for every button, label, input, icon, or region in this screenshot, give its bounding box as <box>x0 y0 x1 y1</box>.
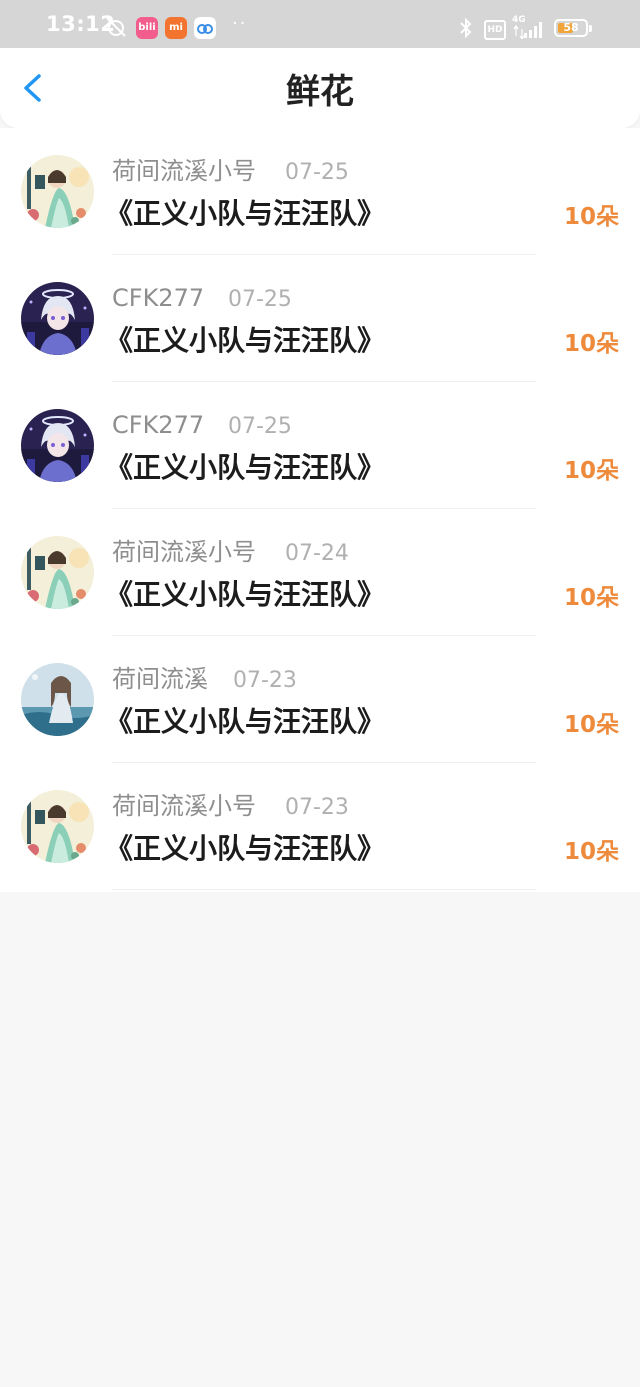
list-item[interactable]: 荷间流溪小号 07-24 《正义小队与汪汪队》 10朵 <box>0 509 640 636</box>
flower-list: 荷间流溪小号 07-25 《正义小队与汪汪队》 10朵 CFK277 07-25 《正义小队… <box>0 128 640 892</box>
signal-icon <box>512 19 546 43</box>
divider <box>112 889 536 890</box>
battery-percent: 58 <box>563 21 579 34</box>
alarm-off-icon <box>104 15 128 43</box>
bilibili-app-icon: bili <box>136 17 158 39</box>
flower-count: 10朵 <box>563 585 619 611</box>
avatar[interactable] <box>21 536 94 609</box>
bluetooth-icon <box>458 16 474 44</box>
hd-voice-icon: HD <box>484 20 506 40</box>
flower-count: 10朵 <box>563 204 619 230</box>
work-title[interactable]: 《正义小队与汪汪队》 <box>105 830 385 868</box>
date: 07-24 <box>285 541 349 566</box>
cloud-app-icon <box>194 17 216 39</box>
page-header: 鲜花 <box>0 48 640 128</box>
flower-count: 10朵 <box>563 712 619 738</box>
work-title[interactable]: 《正义小队与汪汪队》 <box>105 449 385 487</box>
avatar[interactable] <box>21 790 94 863</box>
avatar-image <box>21 155 94 228</box>
date: 07-23 <box>233 668 297 693</box>
work-title[interactable]: 《正义小队与汪汪队》 <box>105 322 385 360</box>
flower-count: 10朵 <box>563 839 619 865</box>
username[interactable]: 荷间流溪小号 <box>112 535 256 569</box>
date: 07-25 <box>228 414 292 439</box>
work-title[interactable]: 《正义小队与汪汪队》 <box>105 576 385 614</box>
list-item[interactable]: 荷间流溪小号 07-25 《正义小队与汪汪队》 10朵 <box>0 128 640 255</box>
avatar-image <box>21 790 94 863</box>
flower-count: 10朵 <box>563 331 619 357</box>
list-item[interactable]: CFK277 07-25 《正义小队与汪汪队》 10朵 <box>0 255 640 382</box>
mi-app-icon: mi <box>165 17 187 39</box>
username[interactable]: 荷间流溪小号 <box>112 154 256 188</box>
avatar-image <box>21 282 94 355</box>
battery-tip <box>589 25 592 32</box>
avatar[interactable] <box>21 155 94 228</box>
username[interactable]: CFK277 <box>112 408 204 442</box>
date: 07-25 <box>228 287 292 312</box>
list-item[interactable]: 荷间流溪小号 07-23 《正义小队与汪汪队》 10朵 <box>0 763 640 890</box>
avatar[interactable] <box>21 663 94 736</box>
list-item[interactable]: CFK277 07-25 《正义小队与汪汪队》 10朵 <box>0 382 640 509</box>
status-bar: 13:12 bili mi ·· HD 4G 58 <box>0 0 640 48</box>
avatar-image <box>21 663 94 736</box>
work-title[interactable]: 《正义小队与汪汪队》 <box>105 195 385 233</box>
work-title[interactable]: 《正义小队与汪汪队》 <box>105 703 385 741</box>
username[interactable]: 荷间流溪 <box>112 662 208 696</box>
avatar-image <box>21 536 94 609</box>
more-notifications-icon: ·· <box>232 13 248 34</box>
battery-icon: 58 <box>554 19 588 37</box>
username[interactable]: CFK277 <box>112 281 204 315</box>
flower-count: 10朵 <box>563 458 619 484</box>
avatar[interactable] <box>21 409 94 482</box>
avatar[interactable] <box>21 282 94 355</box>
date: 07-23 <box>285 795 349 820</box>
page-title: 鲜花 <box>286 72 354 112</box>
username[interactable]: 荷间流溪小号 <box>112 789 256 823</box>
list-item[interactable]: 荷间流溪 07-23 《正义小队与汪汪队》 10朵 <box>0 636 640 763</box>
date: 07-25 <box>285 160 349 185</box>
avatar-image <box>21 409 94 482</box>
